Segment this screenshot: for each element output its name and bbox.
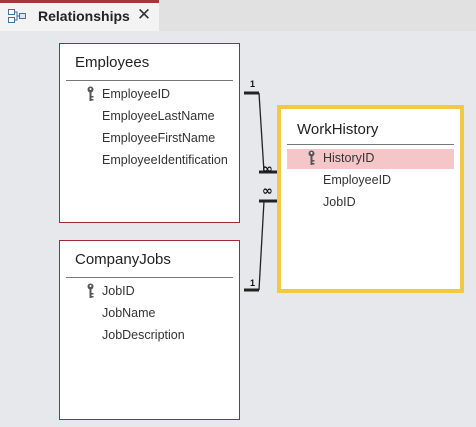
field-row[interactable]: EmployeeID: [66, 85, 233, 105]
field-row[interactable]: EmployeeFirstName: [66, 129, 233, 149]
divider: [66, 277, 233, 278]
relationship-connector: [258, 92, 265, 173]
field-row-selected[interactable]: HistoryID: [287, 149, 454, 169]
field-row[interactable]: JobDescription: [66, 326, 233, 346]
field-name: EmployeeLastName: [102, 109, 215, 123]
tab-label: Relationships: [38, 8, 130, 24]
field-row[interactable]: JobID: [287, 193, 454, 213]
cardinality-one-label: 1: [250, 79, 256, 89]
cardinality-one-label: 1: [250, 278, 256, 288]
primary-key-icon: [308, 150, 315, 165]
table-title: CompanyJobs: [75, 251, 171, 268]
primary-key-icon: [87, 283, 94, 298]
table-title: WorkHistory: [297, 121, 379, 138]
relationships-icon: [8, 9, 26, 23]
field-name: JobName: [102, 306, 156, 320]
field-name: EmployeeID: [323, 173, 392, 187]
field-name: EmployeeID: [102, 87, 171, 101]
relationship-line-employees-workhistory[interactable]: [244, 91, 279, 174]
field-name: JobDescription: [102, 328, 185, 342]
tab-relationships[interactable]: Relationships ✕: [0, 0, 159, 31]
field-row[interactable]: EmployeeIdentification: [66, 151, 233, 171]
relationship-line-companyjobs-workhistory[interactable]: [244, 199, 279, 292]
close-icon[interactable]: ✕: [135, 6, 153, 24]
field-row[interactable]: JobID: [66, 282, 233, 302]
field-name: JobID: [102, 284, 135, 298]
table-companyjobs[interactable]: CompanyJobs JobID JobName JobDescription: [59, 240, 240, 420]
table-employees[interactable]: Employees EmployeeID EmployeeLastName Em…: [59, 43, 240, 223]
divider: [287, 144, 454, 145]
cardinality-many-label: ∞: [262, 162, 273, 177]
field-name: HistoryID: [323, 151, 375, 165]
table-workhistory[interactable]: WorkHistory HistoryID EmployeeID JobID: [277, 105, 464, 293]
primary-key-icon: [87, 86, 94, 101]
field-row[interactable]: EmployeeID: [287, 171, 454, 191]
table-title: Employees: [75, 54, 150, 71]
relationship-connector: [258, 200, 265, 291]
field-row[interactable]: EmployeeLastName: [66, 107, 233, 127]
field-row[interactable]: JobName: [66, 304, 233, 324]
divider: [66, 80, 233, 81]
field-name: EmployeeIdentification: [102, 153, 228, 167]
cardinality-many-label: ∞: [262, 184, 273, 199]
field-name: JobID: [323, 195, 356, 209]
field-name: EmployeeFirstName: [102, 131, 216, 145]
tab-strip: Relationships ✕: [0, 0, 476, 32]
